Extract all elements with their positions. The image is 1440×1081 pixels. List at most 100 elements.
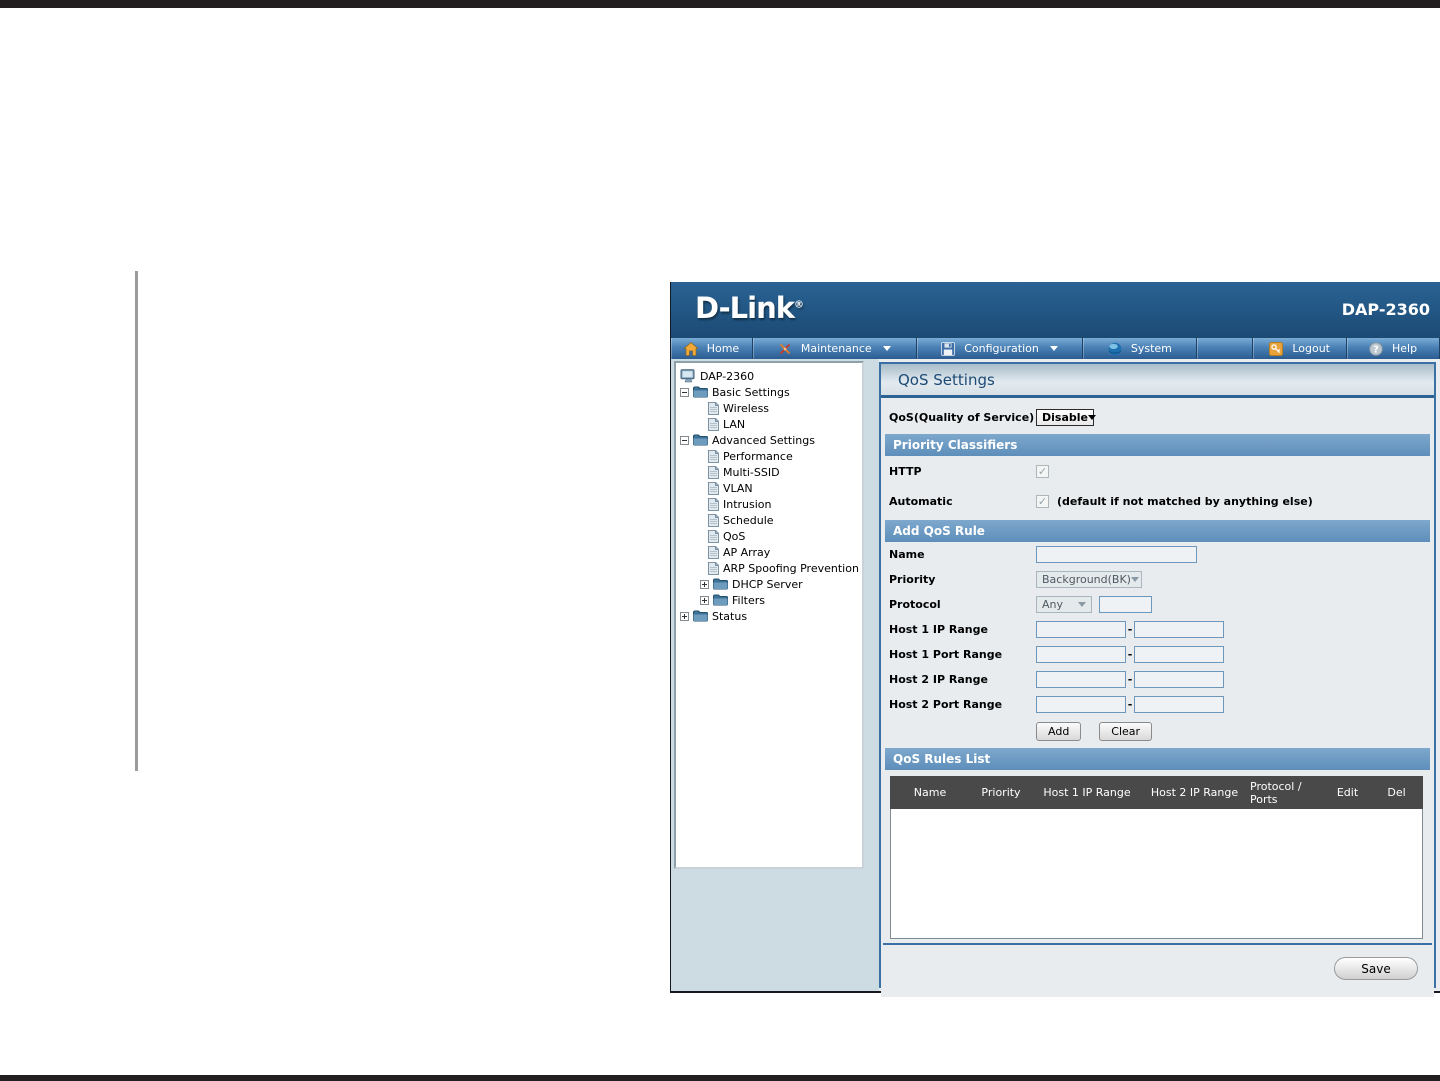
host1-port-end-input[interactable] — [1134, 646, 1224, 663]
menu-item-label: Help — [1392, 342, 1418, 355]
collapse-icon[interactable] — [680, 435, 689, 445]
page-title: QoS Settings — [881, 364, 1434, 398]
section-header-add-qos-rule: Add QoS Rule — [885, 520, 1430, 542]
host2-port-label: Host 2 Port Range — [889, 698, 1003, 711]
tree-item-intrusion[interactable]: Intrusion — [676, 496, 862, 512]
protocol-select[interactable]: Any — [1036, 596, 1092, 613]
page-icon — [708, 417, 719, 431]
column-header-protocol-ports: Protocol / Ports — [1250, 779, 1302, 806]
clear-button[interactable]: Clear — [1099, 722, 1153, 741]
tree-item-schedule[interactable]: Schedule — [676, 512, 862, 528]
host2-ip-end-input[interactable] — [1134, 671, 1224, 688]
host2-ip-start-input[interactable] — [1036, 671, 1126, 688]
section-header-priority-classifiers: Priority Classifiers — [885, 434, 1430, 456]
tree-item-arp-spoofing-prevention[interactable]: ARP Spoofing Prevention — [676, 560, 862, 576]
key-icon — [1269, 341, 1284, 356]
menu-item-help[interactable]: ? Help — [1347, 338, 1440, 359]
tree-item-label: LAN — [723, 417, 746, 431]
add-button[interactable]: Add — [1036, 722, 1082, 741]
expand-icon[interactable] — [700, 579, 709, 589]
http-checkbox[interactable] — [1036, 464, 1049, 478]
range-dash: - — [1127, 623, 1133, 636]
folder-icon — [693, 386, 708, 398]
menubar: Home Maintenance Configuration System Lo… — [671, 338, 1440, 359]
table-body-empty — [890, 809, 1423, 939]
expand-icon[interactable] — [680, 611, 689, 621]
page-icon — [708, 465, 719, 479]
host2-port-start-input[interactable] — [1036, 696, 1126, 713]
qos-label: QoS(Quality of Service) — [889, 410, 1035, 424]
priority-row: Priority Background(BK) — [881, 567, 1434, 592]
tree-item-performance[interactable]: Performance — [676, 448, 862, 464]
home-icon — [683, 341, 698, 356]
tree-item-vlan[interactable]: VLAN — [676, 480, 862, 496]
tree-item-dhcp-server[interactable]: DHCP Server — [676, 576, 862, 592]
floppy-icon — [941, 341, 956, 356]
page-icon — [708, 529, 719, 543]
add-rule-buttons: Add Clear — [881, 722, 1434, 741]
host1-ip-start-input[interactable] — [1036, 621, 1126, 638]
folder-icon — [693, 610, 708, 622]
qos-enable-select[interactable]: Disable — [1036, 408, 1096, 426]
name-input[interactable] — [1036, 546, 1197, 563]
tree-item-status[interactable]: Status — [676, 608, 862, 624]
qos-settings-panel: QoS Settings QoS(Quality of Service) Dis… — [879, 362, 1436, 997]
column-header-del: Del — [1387, 786, 1406, 799]
host1-port-start-input[interactable] — [1036, 646, 1126, 663]
tree-item-ap-array[interactable]: AP Array — [676, 544, 862, 560]
device-icon — [680, 369, 696, 383]
save-button[interactable]: Save — [1334, 957, 1418, 980]
qos-rules-table: Name Priority Host 1 IP Range Host 2 IP … — [890, 776, 1423, 939]
globe-icon — [1108, 342, 1122, 356]
menu-item-system[interactable]: System — [1083, 338, 1198, 359]
http-row: HTTP — [881, 456, 1434, 486]
expand-icon[interactable] — [700, 595, 709, 605]
menu-item-configuration[interactable]: Configuration — [917, 338, 1084, 359]
host2-ip-row: Host 2 IP Range - — [881, 667, 1434, 692]
host1-port-label: Host 1 Port Range — [889, 648, 1003, 661]
table-header-row: Name Priority Host 1 IP Range Host 2 IP … — [890, 776, 1423, 809]
save-area: Save — [881, 945, 1434, 997]
svg-text:?: ? — [1373, 344, 1379, 355]
tree-item-lan[interactable]: LAN — [676, 416, 862, 432]
automatic-row: Automatic (default if not matched by any… — [881, 486, 1434, 516]
chevron-down-icon — [1130, 577, 1139, 582]
tree-item-qos[interactable]: QoS — [676, 528, 862, 544]
app-header: D-Link® DAP-2360 — [671, 282, 1440, 338]
menu-item-home[interactable]: Home — [671, 338, 753, 359]
tree-item-label: Intrusion — [723, 497, 772, 511]
tree-item-advanced-settings[interactable]: Advanced Settings — [676, 432, 862, 448]
page-icon — [708, 497, 719, 511]
menu-item-maintenance[interactable]: Maintenance — [753, 338, 917, 359]
column-header-host2-ip-range: Host 2 IP Range — [1150, 786, 1239, 799]
panel-content: QoS(Quality of Service) Disable Priority… — [881, 398, 1434, 997]
menu-item-logout[interactable]: Logout — [1253, 338, 1348, 359]
page-icon — [708, 449, 719, 463]
priority-select[interactable]: Background(BK) — [1036, 571, 1142, 588]
dlink-logo: D-Link® — [695, 291, 804, 325]
chevron-down-icon — [882, 346, 891, 351]
host2-port-end-input[interactable] — [1134, 696, 1224, 713]
registered-mark: ® — [794, 299, 804, 311]
protocol-port-input[interactable] — [1099, 596, 1152, 613]
host1-ip-end-input[interactable] — [1134, 621, 1224, 638]
host1-ip-row: Host 1 IP Range - — [881, 617, 1434, 642]
tree-item-label: VLAN — [723, 481, 753, 495]
help-icon: ? — [1369, 341, 1383, 356]
tree-item-multi-ssid[interactable]: Multi-SSID — [676, 464, 862, 480]
tree-item-dap-2360[interactable]: DAP-2360 — [676, 368, 862, 384]
tree-item-label: AP Array — [723, 545, 771, 559]
tree-item-wireless[interactable]: Wireless — [676, 400, 862, 416]
tree-item-basic-settings[interactable]: Basic Settings — [676, 384, 862, 400]
page-icon — [708, 481, 719, 495]
tree-item-filters[interactable]: Filters — [676, 592, 862, 608]
menu-item-label: Home — [706, 342, 740, 355]
protocol-row: Protocol Any — [881, 592, 1434, 617]
tree-item-label: QoS — [723, 529, 746, 543]
host1-port-row: Host 1 Port Range - — [881, 642, 1434, 667]
tree-item-label: DAP-2360 — [700, 369, 755, 383]
automatic-note: (default if not matched by anything else… — [1057, 494, 1313, 508]
automatic-checkbox[interactable] — [1036, 494, 1049, 508]
protocol-label: Protocol — [889, 598, 941, 611]
collapse-icon[interactable] — [680, 387, 689, 397]
